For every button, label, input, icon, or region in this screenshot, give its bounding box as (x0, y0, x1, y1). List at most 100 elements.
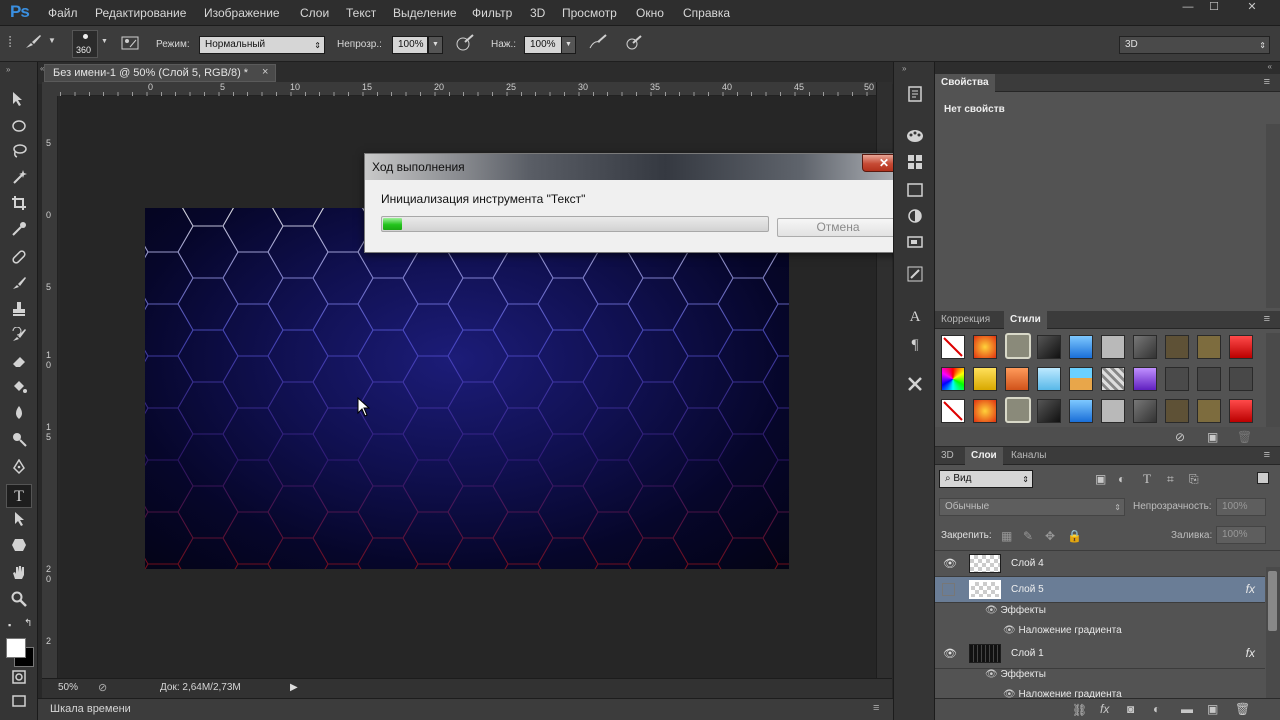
style-swatch[interactable] (1229, 399, 1253, 423)
menu-type[interactable]: Текст (346, 6, 376, 20)
visibility-eye-icon[interactable]: 👁 (985, 669, 1000, 680)
tool-presets-panel-icon[interactable] (903, 376, 927, 398)
style-swatch[interactable] (1037, 367, 1061, 391)
visibility-eye-icon[interactable]: 👁 (1003, 625, 1018, 636)
magic-wand-icon[interactable] (6, 168, 32, 192)
flow-field[interactable]: 100% (524, 36, 562, 54)
tab-styles[interactable]: Стили (1004, 311, 1047, 329)
menu-file[interactable]: Файл (48, 6, 78, 20)
clear-style-icon[interactable]: ⊘ (1175, 430, 1185, 444)
brush-icon[interactable] (6, 274, 32, 298)
pressure-size-icon[interactable] (624, 34, 644, 56)
timeline-title[interactable]: Шкала времени (50, 703, 131, 715)
blur-icon[interactable] (6, 404, 32, 428)
layer-row-1[interactable]: 👁 Слой 1 fx (935, 641, 1265, 669)
menu-edit[interactable]: Редактирование (95, 6, 186, 20)
style-swatch[interactable] (1069, 335, 1093, 359)
flow-dropdown-button[interactable]: ▼ (561, 36, 576, 54)
style-swatch[interactable] (1005, 397, 1031, 423)
visibility-eye-icon[interactable]: 👁 (943, 647, 957, 660)
lock-pixels-icon[interactable]: ✎ (1023, 529, 1033, 543)
eraser-icon[interactable] (6, 352, 32, 376)
style-swatch[interactable] (941, 367, 965, 391)
layer-row-5[interactable]: Слой 5 fx (935, 577, 1265, 603)
brush-tool-icon[interactable] (24, 34, 42, 54)
style-swatch[interactable] (1165, 399, 1189, 423)
menu-view[interactable]: Просмотр (562, 6, 617, 20)
zoom-icon[interactable] (6, 590, 32, 614)
type-tool-icon[interactable]: T (6, 484, 32, 508)
move-tool-icon[interactable] (6, 90, 32, 114)
properties-scrollbar[interactable] (1266, 124, 1280, 308)
filter-adjustment-icon[interactable]: ◐ (1118, 472, 1125, 486)
ruler-origin[interactable] (42, 82, 60, 96)
layer-row-4[interactable]: 👁 Слой 4 (935, 551, 1265, 577)
layer-name[interactable]: Слой 1 (1011, 648, 1044, 659)
add-mask-icon[interactable]: ◙ (1127, 702, 1134, 716)
foreground-color-swatch[interactable] (6, 638, 26, 658)
effects-row[interactable]: 👁 Эффекты (985, 605, 1046, 625)
history-brush-icon[interactable] (6, 326, 32, 350)
panel-menu-icon[interactable]: ≡ (1264, 313, 1270, 325)
layer-fx-icon[interactable]: fx (1246, 582, 1255, 596)
character-panel-icon[interactable]: A (903, 306, 927, 328)
clone-stamp-icon[interactable] (6, 300, 32, 324)
panel-menu-icon[interactable]: ≡ (1264, 449, 1270, 461)
style-swatch[interactable] (1133, 335, 1157, 359)
color-panel-icon[interactable] (903, 128, 927, 150)
filter-toggle[interactable] (1257, 472, 1269, 484)
workspace-dropdown[interactable]: 3D ⇕ (1119, 36, 1270, 54)
style-none-swatch[interactable] (941, 335, 965, 359)
visibility-eye-icon[interactable]: 👁 (985, 605, 1000, 616)
play-icon[interactable]: ▶ (290, 682, 298, 693)
swatches-panel-icon[interactable] (903, 154, 927, 176)
trash-icon[interactable]: 🗑 (1235, 702, 1250, 716)
add-style-icon[interactable]: fx (1100, 702, 1109, 716)
new-adjustment-icon[interactable]: ◐ (1153, 702, 1160, 716)
healing-brush-icon[interactable] (6, 248, 32, 272)
filter-type-icon[interactable]: T (1143, 471, 1151, 487)
style-swatch[interactable] (973, 367, 997, 391)
menu-filter[interactable]: Фильтр (472, 6, 512, 20)
fill-field[interactable]: 100% (1216, 526, 1266, 544)
menu-3d[interactable]: 3D (530, 6, 545, 20)
zoom-level[interactable]: 50% (58, 682, 78, 693)
new-style-icon[interactable]: ▣ (1207, 430, 1218, 444)
menu-image[interactable]: Изображение (204, 6, 280, 20)
document-canvas[interactable] (145, 208, 789, 569)
tab-channels[interactable]: Каналы (1005, 447, 1053, 465)
styles-scrollbar[interactable] (1266, 333, 1280, 427)
close-tab-icon[interactable]: × (262, 66, 268, 78)
navigator-panel-icon[interactable] (903, 234, 927, 256)
style-swatch[interactable] (1005, 333, 1031, 359)
pen-icon[interactable] (6, 458, 32, 482)
style-none-swatch[interactable] (941, 399, 965, 423)
opacity-field[interactable]: 100% (392, 36, 428, 54)
maximize-button[interactable]: ☐ (1200, 0, 1228, 14)
new-layer-icon[interactable]: ▣ (1207, 702, 1218, 716)
tab-adjustments[interactable]: Коррекция (935, 311, 996, 329)
dialog-title-bar[interactable]: Ход выполнения ✕ (365, 154, 911, 180)
screen-mode-icon[interactable] (6, 692, 32, 716)
visibility-eye-icon[interactable]: 👁 (943, 557, 957, 570)
brush-preset-picker[interactable]: 360 (72, 30, 98, 58)
filter-smart-object-icon[interactable]: ⎘ (1189, 472, 1199, 487)
history-panel-icon[interactable] (903, 86, 927, 108)
style-swatch[interactable] (1197, 335, 1221, 359)
tab-properties[interactable]: Свойства (935, 74, 995, 92)
opacity-dropdown-button[interactable]: ▼ (428, 36, 443, 54)
adjustments-panel-icon[interactable] (903, 208, 927, 230)
filter-shape-icon[interactable]: ⌗ (1167, 472, 1174, 487)
filter-pixel-icon[interactable]: ▣ (1095, 472, 1106, 486)
style-swatch[interactable] (1133, 367, 1157, 391)
style-swatch[interactable] (1197, 399, 1221, 423)
layer-name[interactable]: Слой 5 (1011, 584, 1044, 595)
style-swatch[interactable] (1165, 367, 1189, 391)
style-swatch[interactable] (1005, 367, 1029, 391)
hand-icon[interactable] (6, 564, 32, 588)
effects-row[interactable]: 👁 Эффекты (985, 669, 1046, 689)
style-swatch[interactable] (1165, 335, 1189, 359)
style-swatch[interactable] (1229, 335, 1253, 359)
cancel-button[interactable]: Отмена (777, 218, 899, 237)
lock-transparency-icon[interactable]: ▦ (1001, 529, 1012, 543)
